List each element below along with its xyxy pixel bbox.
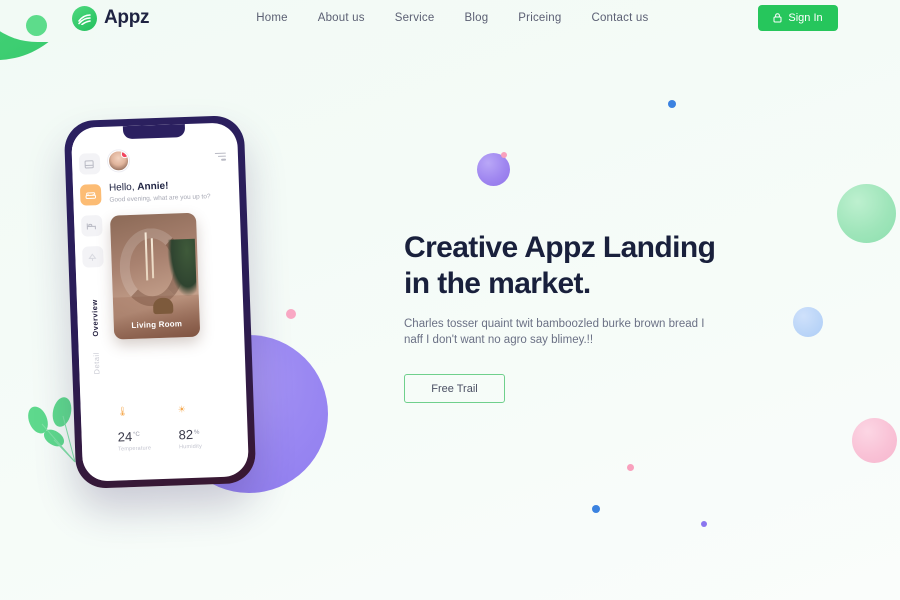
greeting-text: Hello, Annie! [109,179,227,194]
nav-item-blog[interactable]: Blog [464,12,488,24]
greeting-name: Annie! [137,180,169,193]
stat-temperature-number: 24 [117,429,133,445]
logo[interactable]: Appz [72,5,150,31]
stat-humidity-value: 82% [178,425,239,442]
sidebar-item-living-room[interactable] [79,184,102,206]
hero-section: Creative Appz Landing in the market. Cha… [404,230,804,403]
decorative-dot-pink-bottom [627,464,634,471]
greeting-subtitle: Good evening, what are you up to? [109,193,211,204]
free-trial-button[interactable]: Free Trail [404,374,505,403]
stat-humidity-label: Humidity [178,443,203,451]
lock-icon [773,13,782,23]
nav-item-contact-us[interactable]: Contact us [591,12,648,24]
headline-line-1: Creative Appz Landing [404,231,716,264]
appz-logo-icon [72,5,97,31]
grid-icon [84,159,94,168]
decorative-dot-blue-top [668,100,676,108]
hamburger-menu-icon[interactable] [214,147,227,161]
page-title: Creative Appz Landing in the market. [404,230,804,302]
nav-item-about-us[interactable]: About us [318,12,365,24]
room-card[interactable]: Living Room [109,212,201,340]
phone-notch [122,124,186,140]
stat-temperature-unit: °C [132,431,140,438]
decorative-dot-blue-bottom [592,505,600,513]
phone-screen: Overview Detail Hello, Annie! Good eveni… [70,122,250,482]
site-header: Appz Home About us Service Blog Priceing… [0,0,900,36]
decorative-dot-pink-top [501,152,507,158]
nav-item-service[interactable]: Service [395,12,435,24]
decorative-dot-pink-left [286,309,296,319]
landing-page: Appz Home About us Service Blog Priceing… [0,0,900,600]
sidebar-item-dashboard[interactable] [78,153,100,175]
lamp-icon [88,253,97,261]
sidebar-view-tabs: Overview Detail [89,299,101,375]
sofa-icon [85,191,96,199]
stat-temperature-label: Temperature [118,445,152,453]
app-topbar [107,147,227,172]
headline-line-2: in the market. [404,267,591,300]
sidebar-tab-detail[interactable]: Detail [91,352,101,374]
stat-humidity: ☀ 82% Humidity [178,402,241,450]
humidity-icon: ☀ [177,404,187,415]
nav-item-home[interactable]: Home [256,12,287,24]
stat-temperature-value: 24°C [117,427,178,444]
logo-text: Appz [104,7,150,28]
decorative-sphere-purple [477,153,510,186]
stat-humidity-number: 82 [178,426,194,443]
room-plant [166,238,197,298]
greeting-prefix: Hello, [108,181,138,194]
decorative-sphere-green [837,184,896,243]
sidebar-item-kitchen[interactable] [81,245,104,268]
sidebar-item-bedroom[interactable] [80,214,103,237]
app-content: Hello, Annie! Good evening, what are you… [105,122,249,480]
thermometer-icon: 🌡 [116,406,129,417]
bed-icon [86,222,96,230]
main-navigation: Home About us Service Blog Priceing Cont… [256,12,648,24]
room-chair [152,297,174,315]
stat-humidity-unit: % [193,429,200,436]
sidebar-tab-overview[interactable]: Overview [89,299,99,337]
sign-in-label: Sign In [788,12,823,24]
stats-row: 🌡 24°C Temperature ☀ 82% Humidity [117,402,241,452]
nav-item-priceing[interactable]: Priceing [518,12,561,24]
avatar[interactable] [107,150,130,172]
decorative-sphere-pink [852,418,897,463]
phone-mockup: Overview Detail Hello, Annie! Good eveni… [63,114,257,490]
stat-temperature: 🌡 24°C Temperature [117,404,180,452]
sign-in-button[interactable]: Sign In [758,5,838,31]
hero-paragraph: Charles tosser quaint twit bamboozled bu… [404,318,705,346]
decorative-dot-violet [701,521,707,527]
